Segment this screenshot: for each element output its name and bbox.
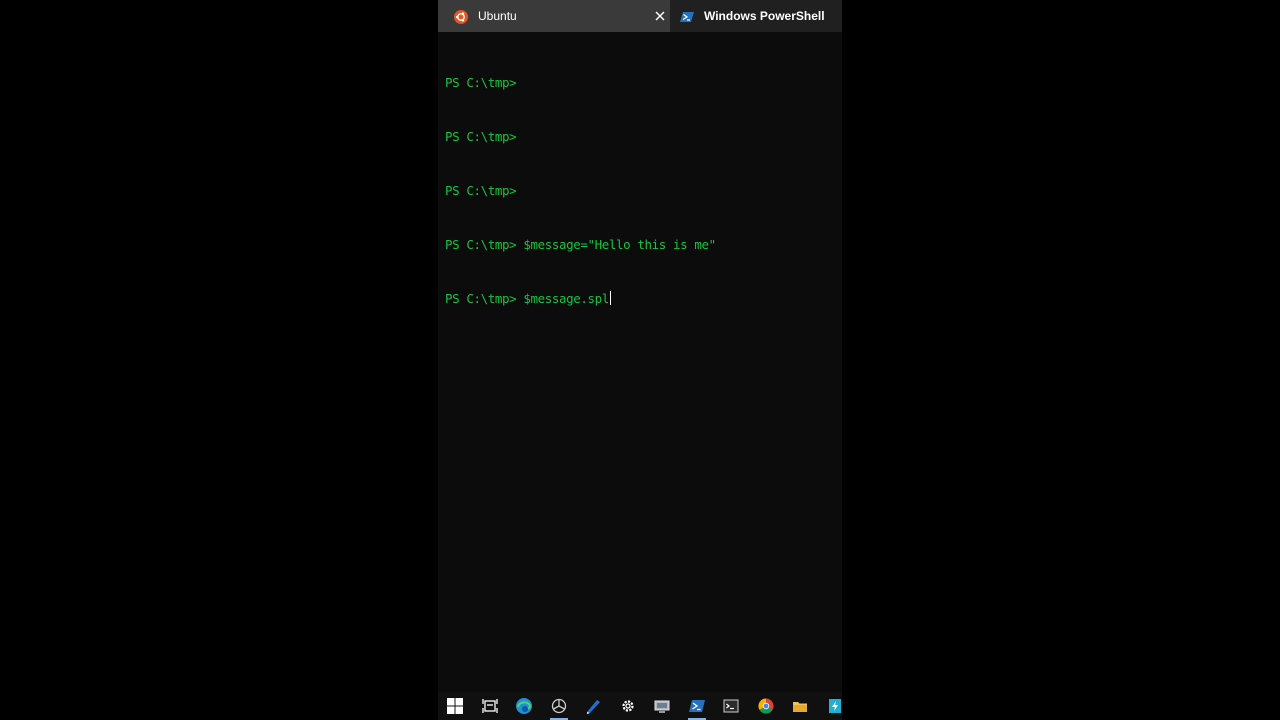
task-view-icon[interactable]: [473, 692, 508, 720]
prompt: PS C:\tmp>: [445, 183, 517, 198]
terminal-line: PS C:\tmp>: [445, 182, 835, 200]
tab-bar: Ubuntu Windows PowerShell: [438, 0, 842, 32]
tab-windows-powershell[interactable]: Windows PowerShell: [670, 0, 842, 32]
tab-ubuntu[interactable]: Ubuntu: [438, 0, 670, 32]
edge-icon[interactable]: [507, 692, 542, 720]
tab-windows-powershell-label: Windows PowerShell: [704, 9, 825, 23]
prompt: PS C:\tmp>: [445, 291, 517, 306]
terminal-output[interactable]: PS C:\tmp> PS C:\tmp> PS C:\tmp> PS C:\t…: [445, 38, 835, 344]
prompt: PS C:\tmp>: [445, 75, 517, 90]
terminal-line: PS C:\tmp>: [445, 74, 835, 92]
terminal-line-current: PS C:\tmp> $message.spl: [445, 290, 835, 308]
close-icon[interactable]: [652, 8, 668, 24]
prompt: PS C:\tmp>: [445, 237, 517, 252]
text-cursor: [609, 291, 611, 305]
terminal-window: Ubuntu Windows PowerShell PS C:\tmp> PS …: [438, 0, 842, 720]
windows-start-icon[interactable]: [438, 692, 473, 720]
app-icon[interactable]: [542, 692, 577, 720]
command-input[interactable]: $message.spl: [516, 291, 609, 306]
screen: Ubuntu Windows PowerShell PS C:\tmp> PS …: [0, 0, 1280, 720]
pen-icon[interactable]: [576, 692, 611, 720]
prompt: PS C:\tmp>: [445, 129, 517, 144]
power-automate-icon[interactable]: [818, 692, 843, 720]
terminal-taskbar-icon[interactable]: [714, 692, 749, 720]
powershell-icon: [680, 9, 694, 23]
monitor-app-icon[interactable]: [645, 692, 680, 720]
powershell-taskbar-icon[interactable]: [680, 692, 715, 720]
ubuntu-icon: [454, 9, 468, 24]
taskbar: [438, 692, 842, 720]
settings-icon[interactable]: [611, 692, 646, 720]
tab-ubuntu-label: Ubuntu: [478, 9, 517, 23]
command: $message="Hello this is me": [516, 237, 716, 252]
terminal-line: PS C:\tmp> $message="Hello this is me": [445, 236, 835, 254]
file-explorer-icon[interactable]: [783, 692, 818, 720]
chrome-icon[interactable]: [749, 692, 784, 720]
terminal-line: PS C:\tmp>: [445, 128, 835, 146]
